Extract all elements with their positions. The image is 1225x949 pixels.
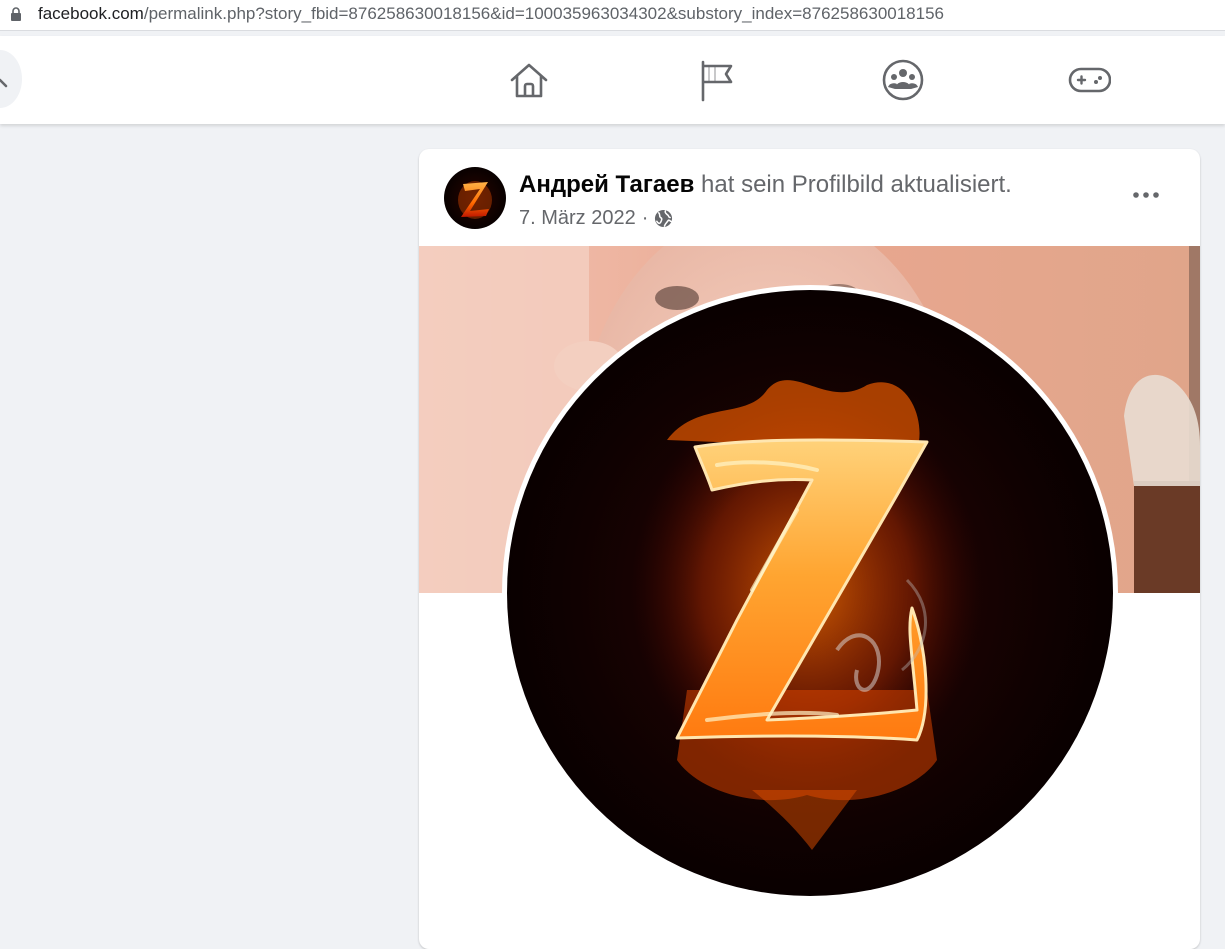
- author-avatar[interactable]: [444, 167, 506, 229]
- url-host: facebook.com: [38, 4, 144, 23]
- home-icon[interactable]: [507, 58, 551, 102]
- more-options-icon[interactable]: [1119, 171, 1173, 215]
- post-meta: 7. März 2022 ·: [519, 207, 673, 230]
- profile-picture-frame: [507, 290, 1113, 896]
- fire-letter-z-image: [507, 290, 1113, 896]
- lock-icon: [11, 7, 21, 21]
- meta-separator: ·: [641, 207, 649, 229]
- url-text[interactable]: facebook.com/permalink.php?story_fbid=87…: [38, 4, 944, 24]
- groups-icon[interactable]: [881, 58, 925, 102]
- search-icon: [0, 78, 8, 88]
- gaming-icon[interactable]: [1067, 58, 1111, 102]
- browser-url-bar[interactable]: facebook.com/permalink.php?story_fbid=87…: [0, 0, 1225, 31]
- flag-icon[interactable]: [695, 58, 739, 102]
- search-button[interactable]: [0, 50, 22, 108]
- globe-icon[interactable]: [654, 209, 673, 228]
- fire-z-avatar-image: [444, 167, 506, 229]
- post-headline: Андрей Тагаев hat sein Profilbild aktual…: [519, 171, 1012, 199]
- top-navigation: [0, 36, 1225, 124]
- author-name[interactable]: Андрей Тагаев: [519, 171, 694, 198]
- post-action-text: hat sein Profilbild aktualisiert.: [701, 171, 1012, 198]
- url-path: /permalink.php?story_fbid=87625863001815…: [143, 4, 944, 23]
- post-card: Андрей Тагаев hat sein Profilbild aktual…: [419, 149, 1200, 949]
- post-date[interactable]: 7. März 2022: [519, 207, 636, 230]
- profile-picture[interactable]: [502, 285, 1118, 901]
